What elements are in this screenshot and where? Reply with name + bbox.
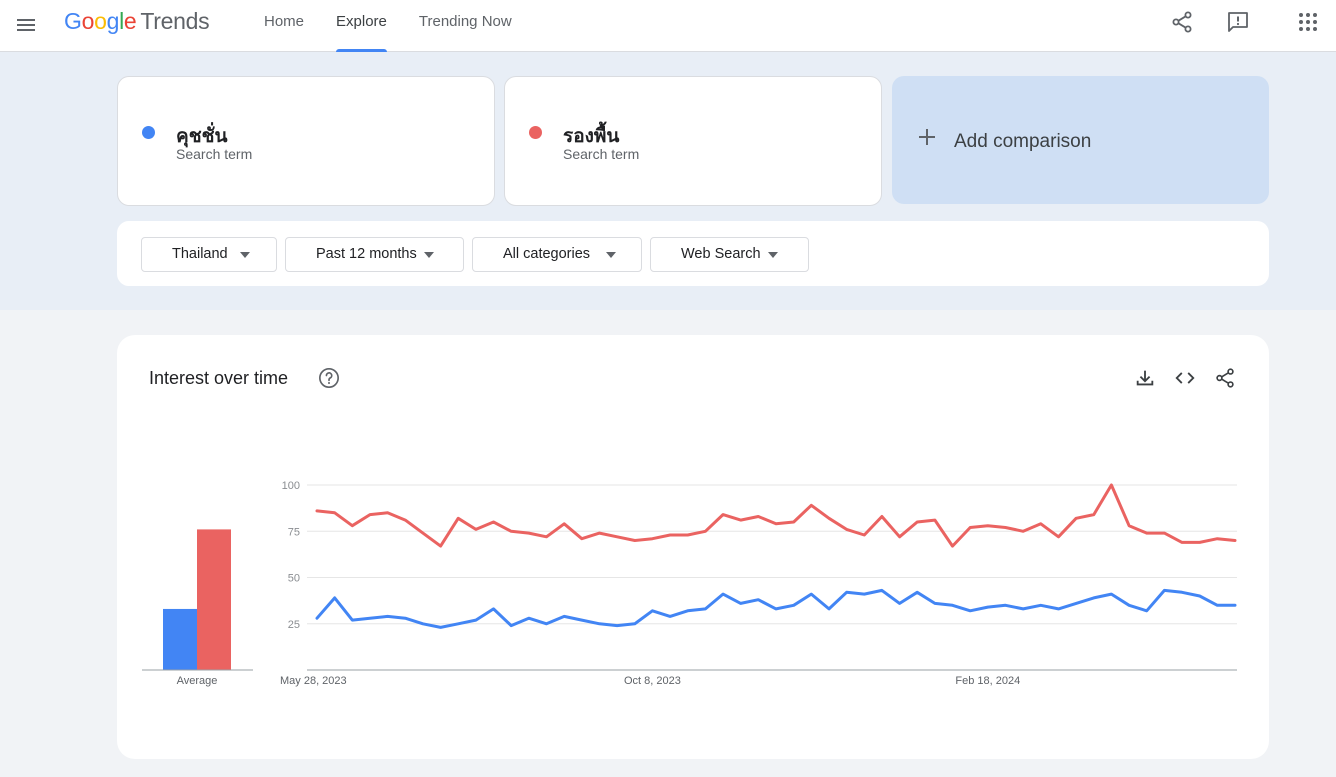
search-term-card-2[interactable]: รองพื้น Search term: [504, 76, 882, 206]
average-bars: Average: [142, 529, 253, 687]
apps-icon[interactable]: [1296, 10, 1320, 34]
category-filter-dropdown[interactable]: All categories: [472, 237, 642, 272]
filter-label: Web Search: [681, 246, 761, 262]
series-color-dot: [529, 126, 542, 139]
download-icon[interactable]: [1134, 367, 1156, 389]
filter-label: Thailand: [172, 246, 228, 262]
filter-bar: Thailand Past 12 months All categories W…: [117, 221, 1269, 286]
series-line[interactable]: [315, 483, 1237, 548]
top-app-bar: Google Trends Home Explore Trending Now: [0, 0, 1336, 52]
x-tick-label: Feb 18, 2024: [955, 675, 1020, 687]
plus-icon: [918, 128, 936, 146]
chart-grid: 25 50 75 100: [282, 480, 1237, 671]
region-filter-dropdown[interactable]: Thailand: [141, 237, 277, 272]
x-tick-label: Oct 8, 2023: [624, 675, 681, 687]
interest-over-time-chart: 25 50 75 100 Average May 28, 2023 Oct 8, 202…: [142, 480, 1237, 687]
y-tick-label: 75: [288, 526, 300, 538]
add-comparison-button[interactable]: Add comparison: [892, 76, 1269, 204]
dropdown-arrow-icon: [424, 252, 434, 258]
y-tick-label: 50: [288, 573, 300, 585]
dropdown-arrow-icon: [606, 252, 616, 258]
average-label: Average: [177, 675, 218, 687]
average-bar: [197, 529, 231, 670]
filter-label: All categories: [503, 246, 591, 262]
help-icon[interactable]: [318, 367, 340, 389]
chart-lines[interactable]: [315, 483, 1237, 629]
logo-product-name: Trends: [140, 8, 210, 34]
y-tick-label: 25: [288, 619, 300, 631]
series-line[interactable]: [315, 588, 1237, 629]
share-icon[interactable]: [1214, 367, 1236, 389]
filter-label: Past 12 months: [316, 246, 417, 262]
nav-tab-home[interactable]: Home: [248, 0, 320, 52]
nav-tab-explore[interactable]: Explore: [320, 0, 403, 52]
feedback-icon[interactable]: [1226, 10, 1250, 34]
share-icon[interactable]: [1170, 10, 1194, 34]
nav-tab-trending-now[interactable]: Trending Now: [403, 0, 528, 52]
add-comparison-label: Add comparison: [954, 131, 1092, 152]
series-color-dot: [142, 126, 155, 139]
search-term-subtitle: Search term: [563, 146, 640, 162]
google-trends-logo[interactable]: Google Trends: [64, 8, 210, 35]
time-range-filter-dropdown[interactable]: Past 12 months: [285, 237, 464, 272]
x-tick-label: May 28, 2023: [280, 675, 347, 687]
embed-icon[interactable]: [1174, 367, 1196, 389]
x-axis-ticks: May 28, 2023 Oct 8, 2023 Feb 18, 2024: [280, 675, 1020, 687]
interest-over-time-card: 25 50 75 100 Average May 28, 2023 Oct 8, 202…: [117, 335, 1269, 759]
main-nav: Home Explore Trending Now: [248, 0, 528, 52]
average-bar: [163, 608, 197, 670]
search-type-filter-dropdown[interactable]: Web Search: [650, 237, 809, 272]
dropdown-arrow-icon: [768, 252, 778, 258]
menu-icon[interactable]: [14, 12, 40, 38]
y-tick-label: 100: [282, 480, 300, 492]
dropdown-arrow-icon: [240, 252, 250, 258]
search-term-card-1[interactable]: คุชชั่น Search term: [117, 76, 495, 206]
chart-title: Interest over time: [149, 368, 289, 388]
search-term-subtitle: Search term: [176, 146, 253, 162]
